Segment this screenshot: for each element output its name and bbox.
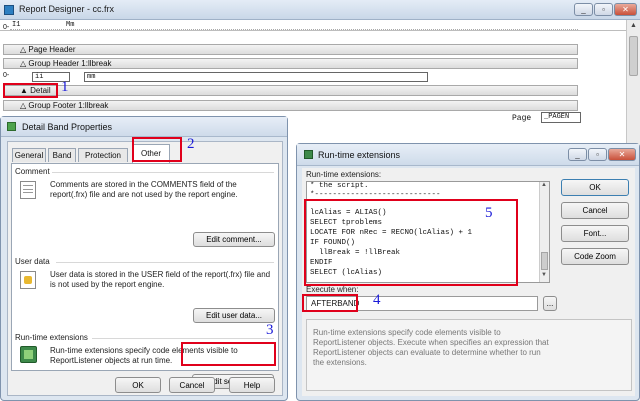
band-props-title: Detail Band Properties xyxy=(22,122,113,132)
code-scroll-thumb[interactable] xyxy=(541,252,548,270)
execute-when-ellipsis-button[interactable]: ... xyxy=(543,296,557,311)
user-data-separator xyxy=(56,262,274,263)
marker-1: 1 xyxy=(61,79,69,95)
ruler-dotted-line xyxy=(10,29,578,30)
rte-app-icon xyxy=(304,150,313,159)
highlight-other-tab xyxy=(132,137,182,162)
comment-icon xyxy=(20,181,36,199)
rte-cancel-button[interactable]: Cancel xyxy=(561,202,629,219)
tab-band[interactable]: Band xyxy=(48,148,76,162)
user-data-heading: User data xyxy=(15,257,50,266)
footer-page-field-text: _PAGEN xyxy=(544,113,570,121)
edit-user-data-button-label: Edit user data... xyxy=(205,311,263,320)
detail-field-ii-text: ii xyxy=(35,73,44,81)
code-editor-scrollbar[interactable]: ▲ ▼ xyxy=(539,182,549,282)
highlight-execute-when xyxy=(302,294,358,312)
top-ruler: I1 Mm xyxy=(0,20,626,31)
tab-page-other: Comment Comments are stored in the COMME… xyxy=(11,163,279,371)
rte-description-box: Run-time extensions specify code element… xyxy=(306,319,632,391)
marker-2: 2 xyxy=(187,136,195,152)
rte-minimize-button[interactable]: _ xyxy=(568,148,587,161)
designer-close-button[interactable]: ✕ xyxy=(614,3,637,16)
ruler-label-mm: Mm xyxy=(66,21,75,29)
comment-heading: Comment xyxy=(15,167,50,176)
band-props-help-button[interactable]: Help xyxy=(229,377,275,393)
ruler-label-i1: I1 xyxy=(12,21,21,29)
band-page-header[interactable]: △ Page Header xyxy=(3,44,578,55)
code-scroll-up-icon[interactable]: ▲ xyxy=(541,182,547,188)
edit-comment-button-label: Edit comment... xyxy=(206,235,262,244)
band-props-cancel-label: Cancel xyxy=(179,380,205,390)
band-props-cancel-button[interactable]: Cancel xyxy=(169,377,215,393)
detail-zero-mark: 0- xyxy=(3,72,10,79)
ellipsis-label: ... xyxy=(546,299,554,308)
highlight-edit-settings xyxy=(181,342,276,366)
designer-minimize-button[interactable]: _ xyxy=(574,3,593,16)
rte-close-button[interactable]: ✕ xyxy=(608,148,636,161)
detail-field-mm[interactable]: mm xyxy=(84,72,428,82)
rte-title: Run-time extensions xyxy=(318,150,401,160)
designer-title: Report Designer - cc.frx xyxy=(19,4,115,14)
tab-general-label: General xyxy=(14,151,44,160)
band-group-footer-label: Group Footer 1:llbreak xyxy=(28,101,109,110)
tab-band-label: Band xyxy=(52,151,72,160)
tab-protection-label: Protection xyxy=(84,151,122,160)
rte-code-label: Run-time extensions: xyxy=(306,170,382,179)
rte-description-text: Run-time extensions specify code element… xyxy=(313,328,549,367)
designer-maximize-button[interactable]: ▫ xyxy=(594,3,613,16)
marker-3: 3 xyxy=(266,322,274,338)
user-data-icon xyxy=(20,271,36,289)
band-page-header-label: Page Header xyxy=(28,45,76,54)
band-group-footer[interactable]: △ Group Footer 1:llbreak xyxy=(3,100,578,111)
rte-code-zoom-label: Code Zoom xyxy=(574,252,616,261)
rte-titlebar: Run-time extensions _ ▫ ✕ xyxy=(297,144,639,166)
ruler-zero-mark: 0- xyxy=(3,24,10,31)
band-props-app-icon xyxy=(7,122,16,131)
footer-page-field[interactable]: _PAGEN xyxy=(541,112,581,123)
scroll-up-arrow-icon[interactable]: ▲ xyxy=(628,22,639,34)
rte-ok-button[interactable]: OK xyxy=(561,179,629,196)
detail-field-mm-text: mm xyxy=(87,73,96,81)
band-detail[interactable]: ▲ Detail xyxy=(3,85,578,96)
comment-text: Comments are stored in the COMMENTS fiel… xyxy=(50,180,238,199)
band-props-ok-label: OK xyxy=(132,380,144,390)
band-group-header[interactable]: △ Group Header 1:llbreak xyxy=(3,58,578,69)
code-scroll-down-icon[interactable]: ▼ xyxy=(541,272,547,278)
band-props-titlebar: Detail Band Properties xyxy=(1,117,287,137)
band-group-header-label: Group Header 1:llbreak xyxy=(28,59,112,68)
designer-app-icon xyxy=(4,5,14,15)
tab-protection[interactable]: Protection xyxy=(78,148,128,162)
tab-general[interactable]: General xyxy=(12,148,46,162)
edit-user-data-button[interactable]: Edit user data... xyxy=(193,308,275,323)
rte-font-button[interactable]: Font... xyxy=(561,225,629,242)
band-props-ok-button[interactable]: OK xyxy=(115,377,161,393)
rte-maximize-button[interactable]: ▫ xyxy=(588,148,607,161)
comment-separator xyxy=(52,172,274,173)
rte-ok-label: OK xyxy=(589,183,601,192)
rte-code-zoom-button[interactable]: Code Zoom xyxy=(561,248,629,265)
user-data-text: User data is stored in the USER field of… xyxy=(50,270,271,289)
designer-titlebar: Report Designer - cc.frx _ ▫ ✕ xyxy=(0,0,640,20)
runtime-heading: Run-time extensions xyxy=(15,333,88,342)
marker-5: 5 xyxy=(485,205,493,221)
rte-font-label: Font... xyxy=(583,229,607,238)
band-props-help-label: Help xyxy=(243,380,261,390)
footer-page-label: Page xyxy=(512,114,532,123)
runtime-separator xyxy=(92,338,274,339)
edit-comment-button[interactable]: Edit comment... xyxy=(193,232,275,247)
scroll-thumb[interactable] xyxy=(629,36,638,76)
code-line-comment: * the script. xyxy=(310,182,369,190)
runtime-icon xyxy=(20,346,37,363)
rte-cancel-label: Cancel xyxy=(582,206,608,215)
marker-4: 4 xyxy=(373,292,381,308)
highlight-detail-band xyxy=(3,83,58,98)
